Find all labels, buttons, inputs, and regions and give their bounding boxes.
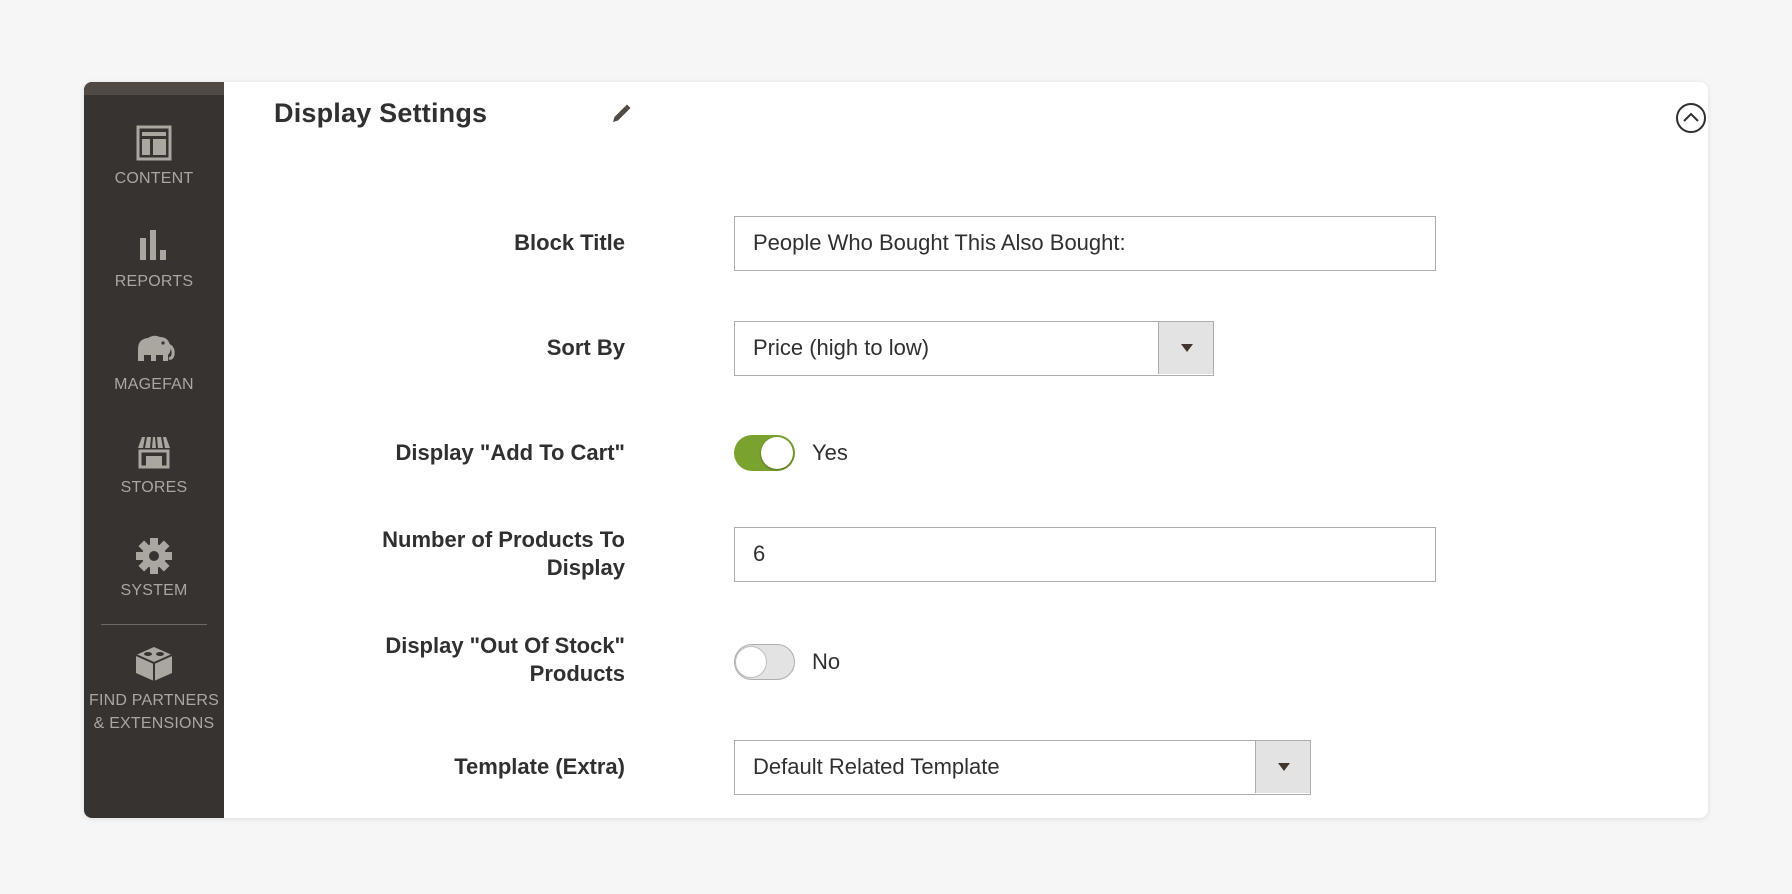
sidebar-item-find-partners[interactable]: FIND PARTNERS & EXTENSIONS [84, 645, 224, 735]
block-title-input[interactable]: People Who Bought This Also Bought: [734, 216, 1436, 271]
stores-icon [84, 434, 224, 474]
sort-by-label: Sort By [546, 335, 625, 360]
gear-icon [84, 537, 224, 577]
num-products-input[interactable]: 6 [734, 527, 1436, 582]
settings-card: CONTENT REPORTS MAGEFAN STORES SYSTEM FI… [84, 82, 1708, 818]
template-label: Template (Extra) [454, 754, 625, 779]
add-to-cart-toggle[interactable] [734, 435, 795, 471]
admin-sidebar: CONTENT REPORTS MAGEFAN STORES SYSTEM FI… [84, 82, 224, 818]
content-icon [84, 125, 224, 165]
caret-down-icon [1181, 344, 1193, 352]
sort-by-select[interactable]: Price (high to low) [734, 321, 1214, 376]
sidebar-item-label: STORES [120, 479, 188, 496]
template-select[interactable]: Default Related Template [734, 740, 1311, 795]
caret-down-icon [1278, 763, 1290, 771]
template-selected-value: Default Related Template [753, 754, 1000, 779]
sidebar-item-label: MAGEFAN [114, 376, 194, 393]
pencil-edit-icon[interactable] [609, 102, 633, 126]
out-of-stock-label: Display "Out Of Stock" Products [385, 633, 625, 686]
toggle-knob [761, 437, 793, 469]
sidebar-item-system[interactable]: SYSTEM [84, 537, 224, 601]
add-to-cart-toggle-text: Yes [812, 440, 848, 465]
display-settings-section: Display Settings Block Title People Who … [224, 82, 1708, 818]
section-title: Display Settings [274, 98, 488, 128]
num-products-label: Number of Products To Display [382, 527, 625, 580]
collapse-chevron-up-icon[interactable] [1675, 102, 1707, 134]
sort-by-dropdown-button[interactable] [1158, 322, 1213, 374]
sort-by-selected-value: Price (high to low) [753, 335, 930, 360]
sidebar-item-label: REPORTS [114, 273, 194, 290]
sidebar-item-magefan[interactable]: MAGEFAN [84, 331, 224, 395]
sidebar-item-label: SYSTEM [120, 582, 188, 599]
toggle-knob [735, 646, 767, 678]
sidebar-divider [101, 624, 207, 625]
sidebar-item-label: CONTENT [114, 170, 194, 187]
template-dropdown-button[interactable] [1255, 741, 1310, 793]
magefan-elephant-icon [84, 331, 224, 371]
sidebar-item-stores[interactable]: STORES [84, 434, 224, 498]
reports-icon [84, 228, 224, 268]
sidebar-item-label: FIND PARTNERS & EXTENSIONS [88, 692, 220, 732]
partners-extensions-icon [84, 645, 224, 685]
sidebar-item-content[interactable]: CONTENT [84, 125, 224, 189]
out-of-stock-toggle-text: No [812, 649, 841, 674]
out-of-stock-toggle[interactable] [734, 644, 795, 680]
sidebar-item-reports[interactable]: REPORTS [84, 228, 224, 292]
add-to-cart-label: Display "Add To Cart" [395, 440, 625, 465]
block-title-label: Block Title [514, 230, 625, 255]
